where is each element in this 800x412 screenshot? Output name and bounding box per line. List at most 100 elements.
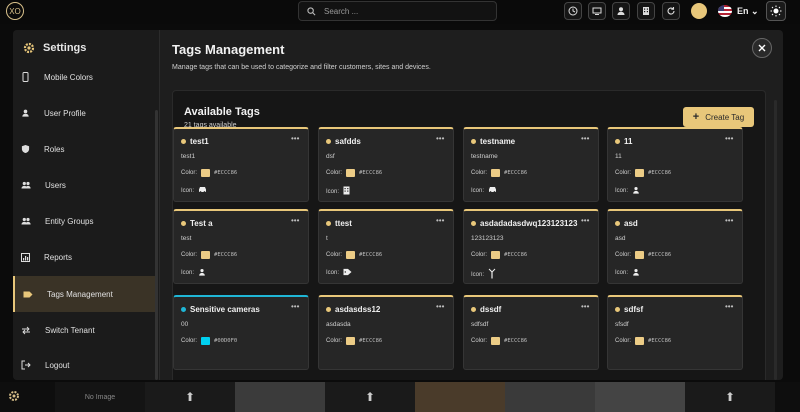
close-button[interactable] — [752, 38, 772, 58]
more-options-icon[interactable]: ••• — [725, 302, 733, 311]
tag-icon-row: Icon: — [471, 186, 497, 195]
tag-color-row: Color: #00D0F0 — [181, 337, 237, 345]
tag-card[interactable]: testname ••• testname Color: #ECCC86 Icon: — [463, 127, 599, 202]
more-options-icon[interactable]: ••• — [581, 216, 589, 225]
main-scrollbar[interactable] — [774, 100, 777, 380]
tag-color-dot — [615, 221, 620, 226]
tag-card[interactable]: dssdf ••• sdfsdf Color: #ECCC86 — [463, 295, 599, 370]
tag-card[interactable]: safdds ••• dsf Color: #ECCC86 Icon: — [318, 127, 454, 202]
us-flag-icon[interactable] — [718, 5, 732, 17]
user-avatar[interactable] — [691, 3, 707, 19]
create-tag-label: Create Tag — [705, 112, 745, 122]
tag-card[interactable]: Test a ••• test Color: #ECCC86 Icon: — [173, 209, 309, 284]
sidebar-item-users[interactable]: Users — [13, 168, 155, 202]
tag-description: sdfsdf — [471, 321, 489, 328]
clock-button[interactable] — [564, 2, 582, 20]
more-options-icon[interactable]: ••• — [436, 302, 444, 311]
search-placeholder: Search ... — [324, 6, 359, 16]
mobile-icon — [22, 72, 29, 82]
user-icon — [22, 109, 29, 117]
color-label: Color: — [471, 252, 488, 258]
more-options-icon[interactable]: ••• — [725, 134, 733, 143]
tag-icon-row: Icon: — [181, 268, 206, 278]
color-label: Color: — [615, 338, 632, 344]
tag-card[interactable]: asd ••• asd Color: #ECCC86 Icon: — [607, 209, 743, 284]
tag-icon-row: Icon: — [615, 268, 640, 278]
tag-icon-row: Icon: — [471, 268, 496, 281]
tag-color-dot — [615, 139, 620, 144]
tag-icon-row: Icon: — [326, 186, 350, 197]
icon-label: Icon: — [181, 187, 195, 194]
upload-icon[interactable]: ⬆ — [725, 390, 735, 404]
color-label: Color: — [326, 252, 343, 258]
color-label: Color: — [471, 338, 488, 344]
building-button[interactable] — [637, 2, 655, 20]
app-logo[interactable]: XO — [6, 2, 24, 20]
tag-description: asd — [615, 235, 626, 242]
icon-label: Icon: — [471, 187, 485, 194]
tag-card[interactable]: asdasdss12 ••• asdasda Color: #ECCC86 — [318, 295, 454, 370]
more-options-icon[interactable]: ••• — [725, 216, 733, 225]
shield-icon — [21, 144, 30, 154]
sidebar-item-tags-management[interactable]: Tags Management — [13, 276, 155, 312]
more-options-icon[interactable]: ••• — [436, 134, 444, 143]
icon-label: Icon: — [615, 188, 629, 194]
sidebar-item-label: Mobile Colors — [44, 72, 93, 82]
settings-title-label: Settings — [43, 42, 87, 54]
more-options-icon[interactable]: ••• — [291, 216, 299, 225]
tag-name: ttest — [335, 219, 352, 228]
more-options-icon[interactable]: ••• — [291, 302, 299, 311]
more-options-icon[interactable]: ••• — [581, 302, 589, 311]
color-swatch — [635, 337, 645, 345]
tag-card[interactable]: test1 ••• test1 Color: #ECCC86 Icon: — [173, 127, 309, 202]
sidebar-item-label: Users — [45, 180, 66, 190]
theme-toggle[interactable] — [766, 1, 786, 21]
search-input[interactable]: Search ... — [298, 1, 497, 21]
tag-name: asdadadasdwq123123123 — [480, 219, 578, 228]
tag-card[interactable]: Sensitive cameras ••• 00 Color: #00D0F0 — [173, 295, 309, 370]
refresh-button[interactable] — [662, 2, 680, 20]
tag-card[interactable]: ttest ••• t Color: #ECCC86 Icon: — [318, 209, 454, 284]
monitor-button[interactable] — [588, 2, 606, 20]
sidebar-item-logout[interactable]: Logout — [13, 348, 155, 380]
color-swatch — [346, 251, 356, 259]
tag-color-dot — [326, 139, 331, 144]
thumbnail: ⬆ — [325, 382, 415, 412]
color-swatch — [635, 251, 645, 259]
sidebar-item-label: Roles — [44, 144, 65, 154]
sidebar-item-switch-tenant[interactable]: Switch Tenant — [13, 313, 155, 347]
tag-card[interactable]: 11 ••• 11 Color: #ECCC86 Icon: — [607, 127, 743, 202]
icon-label: Icon: — [326, 270, 340, 276]
sidebar-item-roles[interactable]: Roles — [13, 132, 155, 166]
language-selector[interactable]: En ⌄ — [737, 6, 759, 17]
tag-name: asd — [624, 219, 638, 228]
upload-icon[interactable]: ⬆ — [365, 390, 375, 404]
tag-color-row: Color: #ECCC86 — [181, 169, 237, 177]
more-options-icon[interactable]: ••• — [436, 216, 444, 225]
tag-card[interactable]: sdfsf ••• sfsdf Color: #ECCC86 — [607, 295, 743, 370]
tag-card[interactable]: asdadadasdwq123123123 ••• 123123123 Color: #… — [463, 209, 599, 284]
sidebar-scrollbar[interactable] — [155, 110, 158, 380]
color-label: Color: — [181, 170, 198, 176]
sidebar-item-mobile-colors[interactable]: Mobile Colors — [13, 60, 155, 94]
app-nav-strip — [0, 24, 14, 382]
color-swatch — [491, 251, 501, 259]
more-options-icon[interactable]: ••• — [581, 134, 589, 143]
sidebar-item-entity-groups[interactable]: Entity Groups — [13, 204, 155, 238]
user-button[interactable] — [612, 2, 630, 20]
tag-description: t — [326, 235, 328, 242]
icon-label: Icon: — [471, 271, 485, 278]
color-label: Color: — [326, 170, 343, 176]
tag-description: asdasda — [326, 321, 351, 328]
gear-icon[interactable] — [8, 390, 20, 402]
sidebar-item-reports[interactable]: Reports — [13, 240, 155, 274]
tag-color-dot — [615, 307, 620, 312]
sidebar-item-label: Switch Tenant — [45, 325, 95, 335]
close-icon — [758, 44, 766, 52]
more-options-icon[interactable]: ••• — [291, 134, 299, 143]
settings-sidebar: Settings Mobile Colors User Profile Role… — [13, 30, 160, 380]
upload-icon[interactable]: ⬆ — [185, 390, 195, 404]
create-tag-button[interactable]: + Create Tag — [683, 107, 754, 127]
sidebar-item-label: Logout — [45, 360, 70, 370]
sidebar-item-user-profile[interactable]: User Profile — [13, 96, 155, 130]
